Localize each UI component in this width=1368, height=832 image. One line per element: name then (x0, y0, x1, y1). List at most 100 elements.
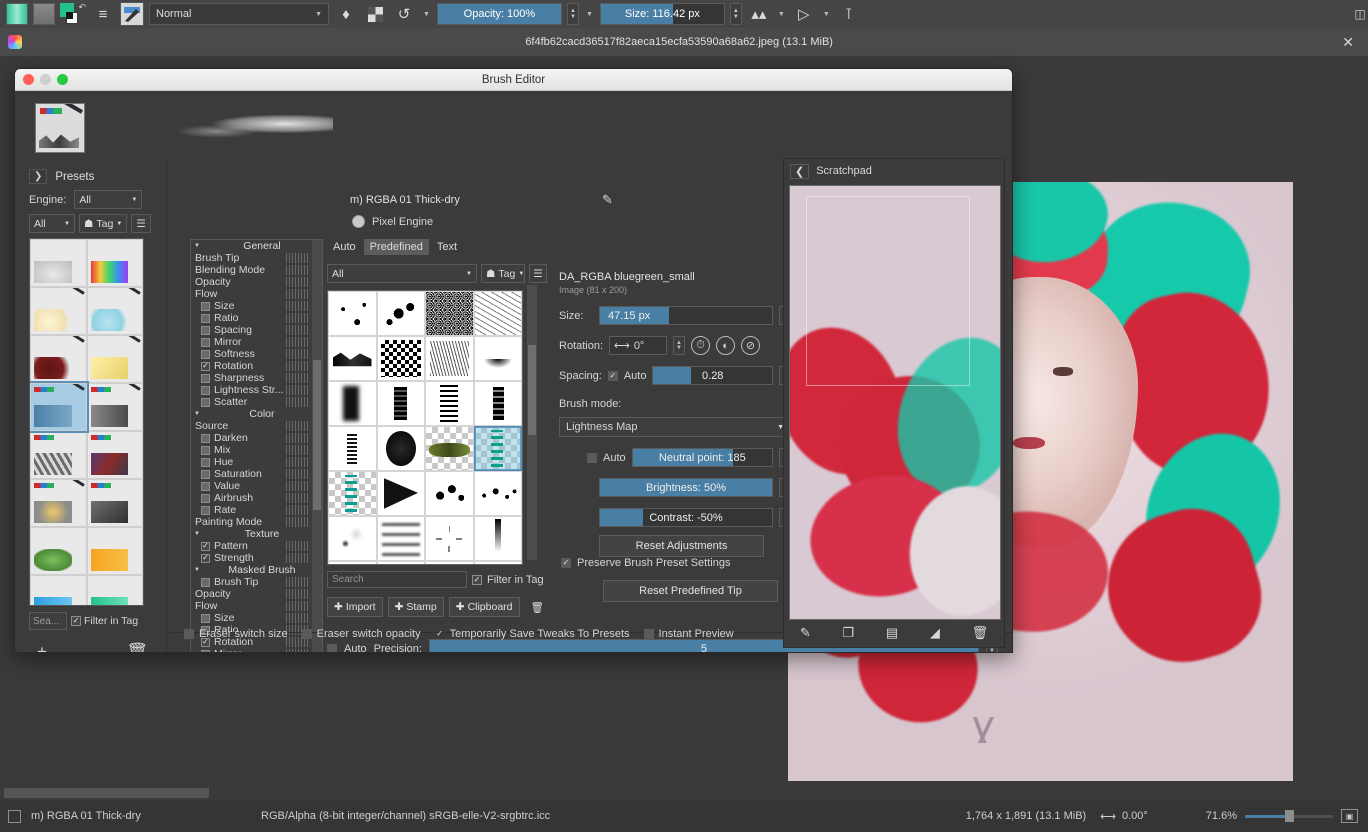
settings-tree-item[interactable]: Mix (191, 444, 322, 456)
tip-item[interactable] (474, 336, 523, 381)
tab-predefined[interactable]: Predefined (364, 239, 429, 255)
checkbox-icon[interactable] (201, 578, 210, 587)
brush-editor-titlebar[interactable]: Brush Editor (15, 69, 1012, 91)
tip-item[interactable] (377, 336, 426, 381)
checkbox-icon[interactable] (201, 398, 210, 407)
clear-scratchpad-icon[interactable]: 🗑 (972, 625, 989, 641)
checkbox-icon[interactable] (201, 458, 210, 467)
preset-item[interactable] (87, 575, 144, 606)
tip-grid-scrollbar[interactable] (527, 285, 537, 560)
tip-item[interactable] (328, 516, 377, 561)
preset-item[interactable] (87, 479, 144, 527)
tip-item[interactable] (474, 561, 523, 565)
tip-item-selected[interactable] (474, 426, 523, 471)
preset-item[interactable] (87, 335, 144, 383)
settings-tree-item[interactable]: Flow (191, 288, 322, 300)
brush-tip-grid[interactable] (327, 290, 523, 565)
preset-item[interactable] (30, 431, 87, 479)
settings-tree-item[interactable]: ▼Texture (191, 528, 322, 540)
engine-filter-combo[interactable]: All ▼ (74, 190, 142, 209)
edit-pencil-icon[interactable]: ✎ (602, 192, 613, 208)
tip-item[interactable] (474, 516, 523, 561)
tip-item[interactable] (474, 471, 523, 516)
brush-engine-row[interactable]: Pixel Engine (352, 215, 433, 228)
eraser-switch-opacity-toggle[interactable]: Eraser switch opacity (302, 628, 421, 640)
current-preset-thumbnail[interactable] (35, 103, 85, 153)
checkbox-icon[interactable] (201, 446, 210, 455)
settings-tree-item[interactable]: Brush Tip (191, 252, 322, 264)
tip-item[interactable] (328, 561, 377, 565)
chevron-down-icon[interactable]: ▼ (421, 11, 432, 18)
preset-item-selected[interactable] (30, 383, 87, 431)
settings-tree-item[interactable]: Source (191, 420, 322, 432)
fill-background-icon[interactable]: ◢ (930, 625, 940, 641)
mirror-vertical-icon[interactable]: ▷ (792, 2, 816, 26)
import-button[interactable]: ✚Import (327, 597, 383, 617)
preset-tag-button[interactable]: ☗ Tag ▼ (79, 214, 127, 233)
settings-tree-item[interactable]: Mirror (191, 336, 322, 348)
scratchpad-canvas[interactable] (789, 185, 1001, 620)
preserve-brush-preset-settings-toggle[interactable]: ✓ Preserve Brush Preset Settings (561, 557, 730, 569)
zoom-slider[interactable] (1245, 810, 1333, 822)
chevron-down-icon[interactable]: ▼ (776, 11, 787, 18)
chevron-left-icon[interactable]: ❮ (790, 164, 809, 179)
reset-predefined-tip-button[interactable]: Reset Predefined Tip (603, 580, 778, 602)
checkbox-icon[interactable] (201, 326, 210, 335)
settings-tree-item[interactable]: ✓Pattern (191, 540, 322, 552)
temporarily-save-tweaks-to-presets-toggle[interactable]: ✓Temporarily Save Tweaks To Presets (435, 628, 630, 640)
tip-item[interactable] (377, 516, 426, 561)
contrast-slider[interactable]: Contrast: -50% (599, 508, 773, 527)
tip-item[interactable] (377, 291, 426, 336)
tip-search-input[interactable]: Search (327, 571, 467, 588)
settings-tree-item[interactable]: Flow (191, 600, 322, 612)
settings-tree-item[interactable]: Painting Mode (191, 516, 322, 528)
rotation-input[interactable]: ⟷ 0° (609, 336, 667, 355)
rotation-counter-icon[interactable]: ◐ (716, 336, 735, 355)
tip-item[interactable] (377, 381, 426, 426)
checkbox-icon[interactable] (201, 338, 210, 347)
canvas-rotation-icon[interactable]: ⟷ (1100, 810, 1116, 823)
preset-item[interactable] (30, 287, 87, 335)
status-zoom-level[interactable]: 71.6% (1206, 810, 1237, 822)
preset-item[interactable] (30, 527, 87, 575)
preserve-alpha-icon[interactable] (363, 2, 387, 26)
right-dock-toggle[interactable]: ◫ (1352, 0, 1368, 28)
checkbox-icon[interactable] (201, 434, 210, 443)
tip-item[interactable] (474, 381, 523, 426)
gradient-swatch[interactable] (6, 3, 28, 25)
rotation-clock-icon[interactable]: ⏱ (691, 336, 710, 355)
preset-item[interactable] (87, 287, 144, 335)
fit-page-icon[interactable]: ▣ (1341, 809, 1358, 823)
preset-item[interactable] (87, 239, 144, 287)
settings-tree-item[interactable]: Value (191, 480, 322, 492)
status-rotation[interactable]: 0.00° (1122, 810, 1148, 822)
selection-mode-icon[interactable] (8, 810, 21, 823)
preset-item[interactable] (30, 479, 87, 527)
settings-tree-item[interactable]: Opacity (191, 588, 322, 600)
auto-neutral-checkbox[interactable] (587, 453, 597, 463)
opacity-slider[interactable]: Opacity: 100% (437, 3, 562, 25)
clipboard-button[interactable]: ✚Clipboard (449, 597, 520, 617)
horizontal-scrollbar[interactable] (0, 786, 1368, 800)
checkbox-icon[interactable]: ✓ (472, 575, 482, 585)
tip-item[interactable] (474, 291, 523, 336)
blending-mode-combo[interactable]: Normal ▼ (149, 3, 329, 25)
preset-item[interactable] (87, 431, 144, 479)
brush-presets-icon[interactable]: ≡ (91, 2, 115, 26)
tip-item[interactable] (425, 336, 474, 381)
brush-mode-combo[interactable]: Lightness Map ▼ (559, 417, 791, 437)
checkbox-icon[interactable]: ✓ (201, 362, 210, 371)
close-icon[interactable]: ✕ (1336, 34, 1360, 51)
settings-tree-item[interactable]: Lightness Str... (191, 384, 322, 396)
checkbox-icon[interactable] (201, 482, 210, 491)
checkbox-icon[interactable] (201, 470, 210, 479)
reset-adjustments-button[interactable]: Reset Adjustments (599, 535, 764, 557)
checkbox-icon[interactable] (201, 374, 210, 383)
mirror-horizontal-icon[interactable]: ▴▴ (747, 2, 771, 26)
settings-tree-item[interactable]: Rate (191, 504, 322, 516)
tip-item[interactable] (425, 291, 474, 336)
preset-item[interactable] (87, 527, 144, 575)
settings-tree-item[interactable]: Scatter (191, 396, 322, 408)
presets-search-input[interactable]: Sea... (29, 612, 67, 630)
settings-tree-item[interactable]: Ratio (191, 312, 322, 324)
